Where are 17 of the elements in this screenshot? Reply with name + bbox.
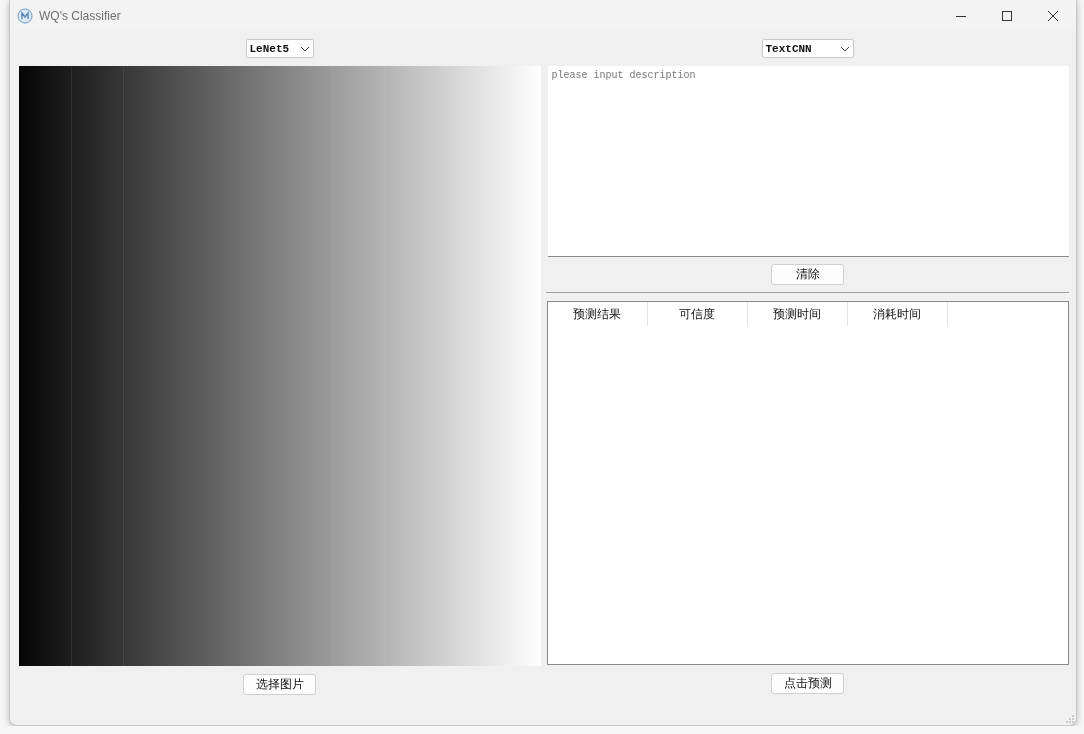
close-icon [1048,10,1058,21]
model-dropdown[interactable]: LeNet5 [245,39,314,58]
chevron-down-icon [839,45,850,52]
model-dropdown[interactable]: TextCNN [761,39,854,58]
column-header[interactable]: 可信度 [647,302,748,326]
column-header[interactable]: 预测时间 [747,302,848,326]
column-header[interactable]: 消耗时间 [847,302,948,326]
window-title: WQ's Classifier [39,8,121,23]
predict-button[interactable]: 点击预测 [771,672,844,694]
description-field[interactable]: please input description [547,66,1069,257]
clear-button[interactable]: 清除 [771,264,844,285]
column-header[interactable]: 预测结果 [547,302,648,326]
resize-grip-icon[interactable] [1066,715,1074,723]
chevron-down-icon [299,45,310,52]
select-image-button[interactable]: 选择图片 [243,673,316,695]
maximize-icon [1002,10,1012,21]
app-logo-icon [17,7,33,24]
